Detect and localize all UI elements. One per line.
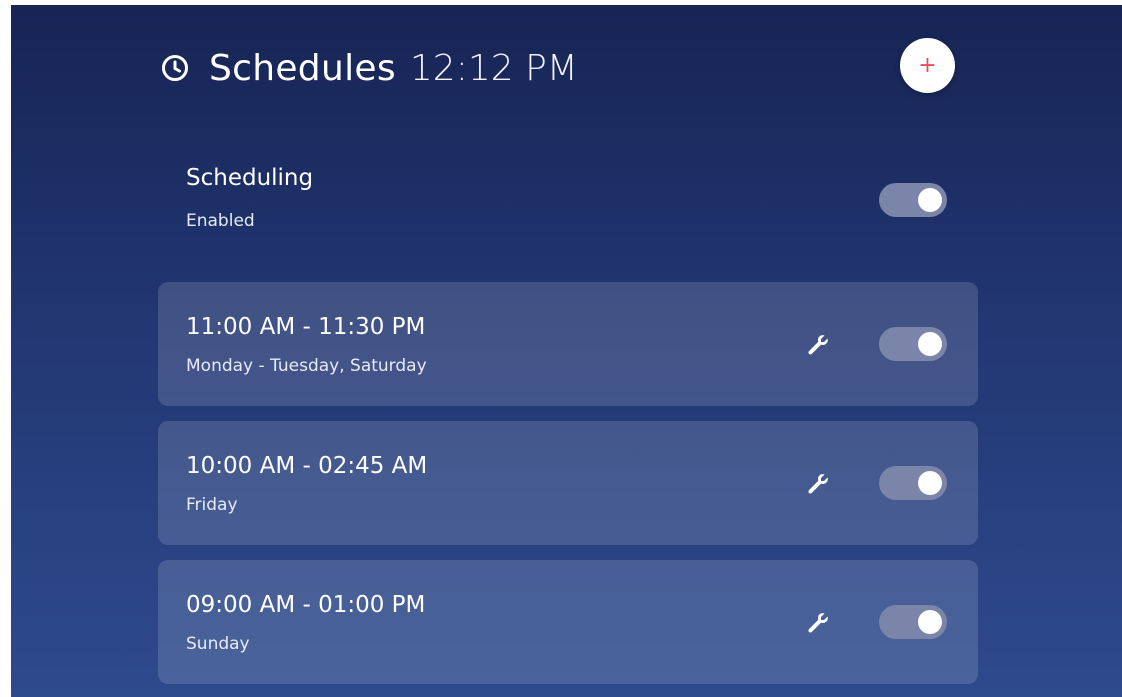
toggle-knob <box>918 610 942 634</box>
plus-icon: + <box>918 52 937 78</box>
page-title: Schedules <box>209 47 396 89</box>
wrench-icon[interactable] <box>806 611 830 635</box>
toggle-knob <box>918 332 942 356</box>
scheduling-toggle[interactable] <box>879 183 947 217</box>
scheduling-label: Scheduling <box>186 165 314 191</box>
schedule-card[interactable]: 10:00 AM - 02:45 AM Friday <box>158 421 978 545</box>
add-schedule-button[interactable]: + <box>900 38 955 93</box>
wrench-icon[interactable] <box>806 472 830 496</box>
schedule-toggle[interactable] <box>879 466 947 500</box>
current-time: 12:12 PM <box>409 47 578 89</box>
schedule-time-range: 09:00 AM - 01:00 PM <box>186 592 426 618</box>
schedule-days: Sunday <box>186 634 250 654</box>
schedule-time-range: 11:00 AM - 11:30 PM <box>186 314 426 340</box>
schedule-time-range: 10:00 AM - 02:45 AM <box>186 453 428 479</box>
schedule-card[interactable]: 11:00 AM - 11:30 PM Monday - Tuesday, Sa… <box>158 282 978 406</box>
scheduling-status: Enabled <box>186 211 255 231</box>
schedules-screen: Schedules 12:12 PM + Scheduling Enabled … <box>11 5 1122 697</box>
page-header: Schedules 12:12 PM <box>161 43 578 93</box>
toggle-knob <box>918 188 942 212</box>
scheduling-setting: Scheduling Enabled <box>158 165 978 245</box>
schedule-days: Monday - Tuesday, Saturday <box>186 356 427 376</box>
clock-icon <box>162 55 188 81</box>
toggle-knob <box>918 471 942 495</box>
wrench-icon[interactable] <box>806 333 830 357</box>
schedule-card[interactable]: 09:00 AM - 01:00 PM Sunday <box>158 560 978 684</box>
schedule-toggle[interactable] <box>879 605 947 639</box>
schedule-days: Friday <box>186 495 238 515</box>
schedule-toggle[interactable] <box>879 327 947 361</box>
